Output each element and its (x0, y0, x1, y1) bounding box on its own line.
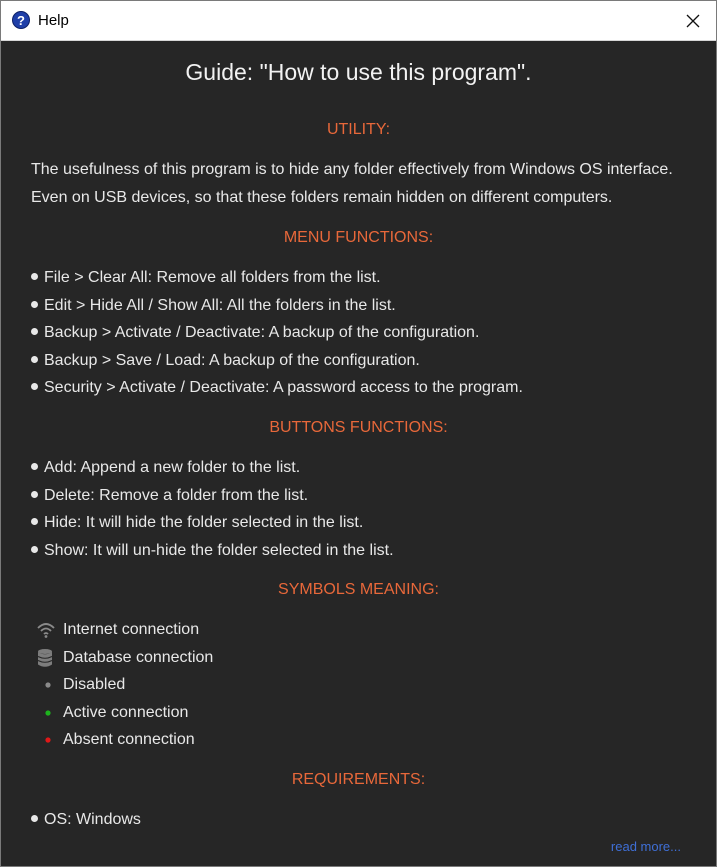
utility-text: The usefulness of this program is to hid… (31, 156, 701, 212)
list-item: Delete: Remove a folder from the list. (31, 487, 308, 505)
buttons-functions-heading: BUTTONS FUNCTIONS: (269, 419, 448, 436)
list-item: OS: Windows (31, 811, 141, 829)
list-item: Edit > Hide All / Show All: All the fold… (31, 297, 396, 315)
requirements-heading: REQUIREMENTS: (291, 771, 426, 788)
bullet-dot (31, 328, 38, 336)
bullet-dot (31, 815, 38, 823)
guide-title: Guide: "How to use this program". (185, 59, 532, 85)
list-item: Backup > Activate / Deactivate: A backup… (31, 324, 479, 342)
read-more-link[interactable]: read more... (611, 839, 681, 854)
database-icon (37, 649, 53, 667)
symbol-label: Absent connection (63, 731, 195, 748)
list-item: File > Clear All: Remove all folders fro… (31, 269, 381, 287)
green-dot-icon (45, 710, 51, 716)
menu-functions-heading: MENU FUNCTIONS: (283, 229, 434, 246)
utility-line: The usefulness of this program is to hid… (31, 161, 673, 178)
list-item: Hide: It will hide the folder selected i… (31, 514, 363, 532)
bullet-dot (31, 463, 38, 471)
symbols-meaning-heading: SYMBOLS MEANING: (278, 581, 439, 598)
symbol-label: Internet connection (63, 621, 200, 638)
wifi-icon (37, 623, 55, 638)
help-app-icon: ? (12, 11, 30, 29)
bullet-dot (31, 383, 38, 391)
help-content: Guide: "How to use this program". UTILIT… (1, 41, 716, 866)
utility-heading: UTILITY: (326, 121, 391, 138)
window-title: Help (38, 12, 69, 29)
close-icon (686, 14, 700, 28)
list-item: Security > Activate / Deactivate: A pass… (31, 379, 523, 397)
grey-dot-icon (45, 682, 51, 688)
list-item: Add: Append a new folder to the list. (31, 459, 300, 477)
bullet-dot (31, 546, 38, 554)
bullet-dot (31, 491, 38, 499)
symbol-label: Disabled (63, 676, 126, 693)
utility-line: Even on USB devices, so that these folde… (31, 189, 613, 206)
close-button[interactable] (670, 1, 716, 40)
symbol-label: Database connection (63, 649, 214, 666)
title-bar[interactable]: ? Help (1, 1, 716, 41)
bullet-dot (31, 356, 38, 364)
bullet-dot (31, 518, 38, 526)
list-item: Backup > Save / Load: A backup of the co… (31, 352, 420, 370)
help-window: ? Help Guide: "How to use this program".… (0, 0, 717, 867)
bullet-dot (31, 301, 38, 309)
symbol-label: Active connection (63, 704, 189, 721)
list-item: Show: It will un-hide the folder selecte… (31, 542, 394, 560)
red-dot-icon (45, 737, 51, 743)
bullet-dot (31, 273, 38, 281)
